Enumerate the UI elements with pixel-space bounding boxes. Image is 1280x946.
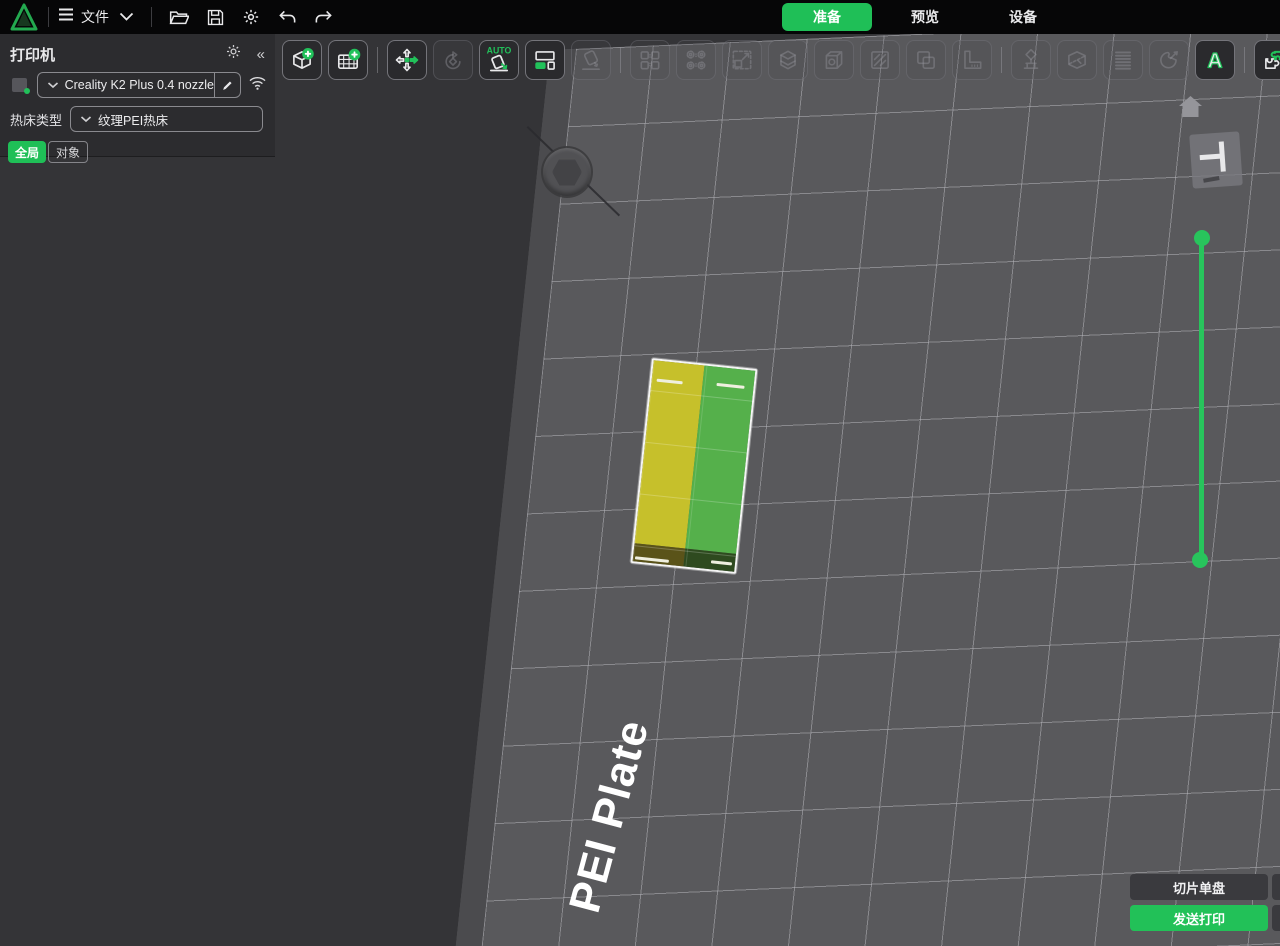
support-icon (1018, 47, 1044, 73)
hollow-icon (821, 47, 847, 73)
file-menu[interactable]: 文件 (58, 7, 109, 27)
boolean-merge-button (906, 40, 946, 80)
collapse-panel-icon[interactable]: « (257, 47, 263, 62)
file-menu-label: 文件 (81, 7, 109, 27)
svg-text:AUTO: AUTO (487, 46, 512, 56)
measure-handle-bottom[interactable] (1192, 552, 1208, 568)
scale-tool-button (722, 40, 762, 80)
lay-on-face-icon (578, 47, 604, 73)
measure-icon (959, 47, 985, 73)
chevron-down-icon (47, 76, 59, 94)
bed-type-label: 热床类型 (10, 110, 62, 129)
hamburger-icon (58, 8, 74, 26)
tab-prepare[interactable]: 准备 (782, 3, 872, 31)
scale-icon (729, 47, 755, 73)
workspace-tabs: 准备 预览 设备 (782, 0, 1068, 34)
color-paint-button (1149, 40, 1189, 80)
bed-type-select[interactable]: 纹理PEI热床 (70, 106, 263, 132)
layer-list-icon (1110, 47, 1136, 73)
gear-icon (242, 8, 260, 26)
pencil-icon (221, 79, 234, 92)
tab-preview[interactable]: 预览 (880, 3, 970, 31)
plate-bolt (543, 148, 591, 196)
printer-icon (10, 75, 30, 95)
text-tool-button[interactable]: A (1195, 40, 1235, 80)
print-options-dropdown[interactable] (1272, 905, 1280, 931)
support-button (1011, 40, 1051, 80)
text-tool-icon: A (1201, 46, 1229, 74)
section-view-icon (867, 47, 893, 73)
redo-arrow-icon (314, 9, 333, 25)
settings-button[interactable] (238, 4, 264, 30)
pattern-fill-icon (683, 47, 709, 73)
auto-orient-button[interactable]: AUTO (479, 40, 519, 80)
measure-line[interactable] (1199, 238, 1204, 560)
printer-select[interactable]: Creality K2 Plus 0.4 nozzle (37, 72, 241, 98)
add-model-icon (289, 47, 315, 73)
auto-orient-icon: AUTO (485, 46, 513, 74)
layer-list-button (1103, 40, 1143, 80)
open-file-button[interactable] (166, 4, 192, 30)
rotate-icon (440, 47, 466, 73)
save-icon (207, 9, 224, 26)
panel-title: 打印机 (10, 44, 225, 65)
hollow-button (814, 40, 854, 80)
section-view-button (860, 40, 900, 80)
cut-button (1057, 40, 1097, 80)
plate-marker[interactable] (1189, 131, 1243, 188)
chevron-down-icon (80, 110, 92, 128)
undo-arrow-icon (278, 9, 297, 25)
slice-options-dropdown[interactable] (1272, 874, 1280, 900)
creality-logo (9, 3, 39, 31)
viewport-3d[interactable]: PEI Plate (0, 34, 1280, 946)
color-paint-icon (1156, 47, 1182, 73)
wifi-icon[interactable] (248, 75, 267, 96)
plugin-button[interactable] (1254, 40, 1280, 80)
redo-button[interactable] (310, 4, 336, 30)
measure-handle-top[interactable] (1194, 230, 1210, 246)
printer-name: Creality K2 Plus 0.4 nozzle (65, 78, 214, 92)
tab-global[interactable]: 全局 (8, 141, 46, 163)
svg-text:A: A (1207, 50, 1222, 73)
add-plate-icon (335, 47, 361, 73)
save-button[interactable] (202, 4, 228, 30)
undo-button[interactable] (274, 4, 300, 30)
split-layers-button (768, 40, 808, 80)
clone-array-icon (637, 47, 663, 73)
move-tool-button[interactable] (387, 40, 427, 80)
measure-tool-button (952, 40, 992, 80)
folder-open-icon (169, 9, 189, 26)
printer-settings-gear-icon[interactable] (225, 43, 242, 65)
bed-type-value: 纹理PEI热床 (98, 110, 168, 129)
add-plate-button[interactable] (328, 40, 368, 80)
model-object[interactable] (630, 358, 757, 574)
cut-icon (1064, 47, 1090, 73)
auto-arrange-button[interactable] (525, 40, 565, 80)
file-menu-chevron-icon[interactable] (119, 8, 134, 26)
split-layers-icon (775, 47, 801, 73)
tab-device[interactable]: 设备 (978, 3, 1068, 31)
rotate-tool-button (433, 40, 473, 80)
move-icon (394, 47, 420, 73)
home-view-icon[interactable] (1177, 94, 1204, 124)
lay-on-face-button (571, 40, 611, 80)
clone-array-button (630, 40, 670, 80)
auto-arrange-icon (532, 47, 558, 73)
slice-plate-button[interactable]: 切片单盘 (1130, 874, 1268, 900)
send-print-button[interactable]: 发送打印 (1130, 905, 1268, 931)
printer-panel: 打印机 « Creality K2 Plus 0.4 nozzle (0, 34, 275, 157)
boolean-merge-icon (913, 47, 939, 73)
tab-objects[interactable]: 对象 (48, 141, 88, 163)
add-model-button[interactable] (282, 40, 322, 80)
plugin-icon (1261, 47, 1280, 73)
edit-printer-button[interactable] (214, 73, 240, 97)
pattern-fill-button (676, 40, 716, 80)
top-bar: 文件 准备 预览 设备 (0, 0, 1280, 34)
